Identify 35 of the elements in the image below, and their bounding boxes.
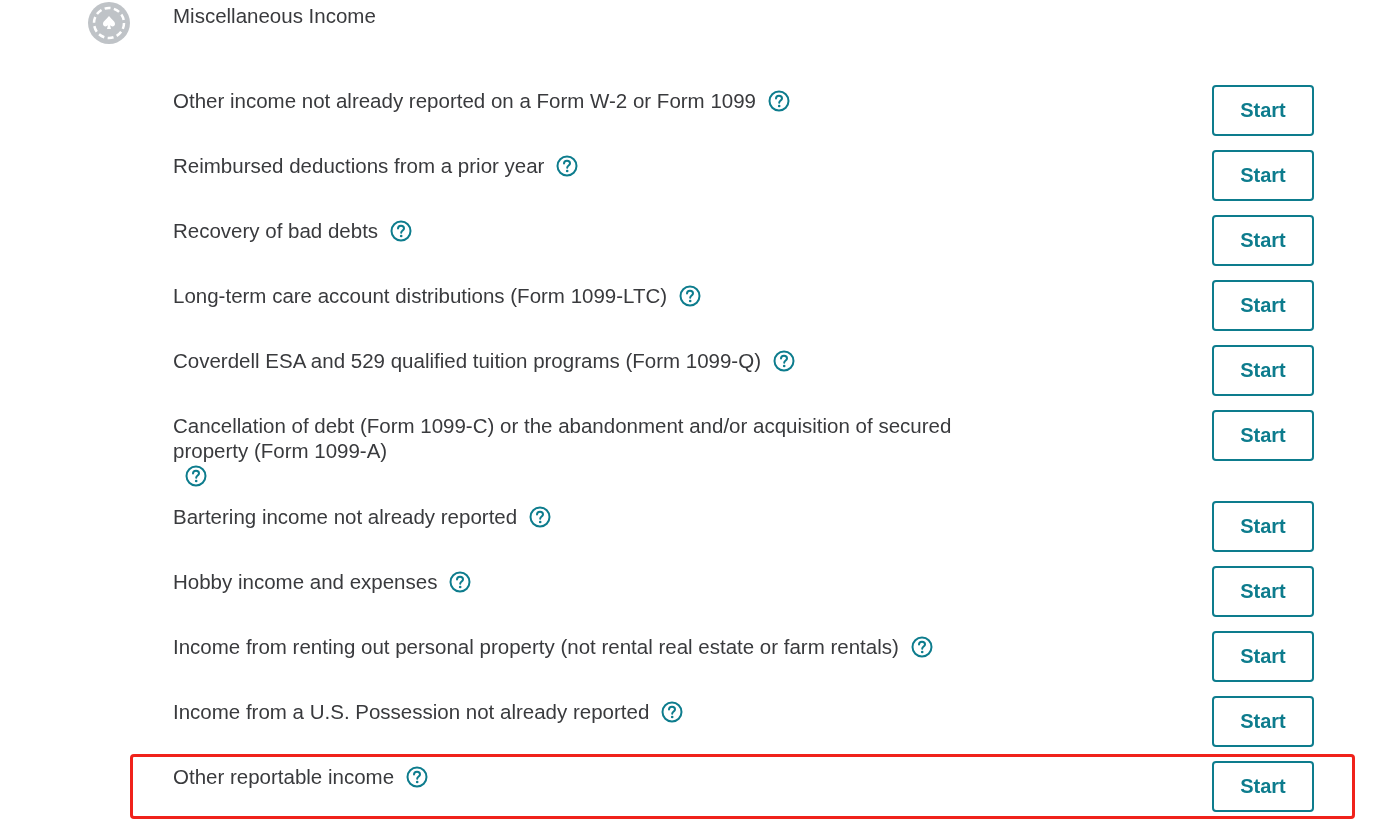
- section-title: Miscellaneous Income: [173, 4, 376, 28]
- start-button[interactable]: Start: [1212, 150, 1314, 201]
- income-type-label: Income from renting out personal property (not rental real estate or farm rentals): [173, 634, 899, 659]
- help-icon[interactable]: [390, 220, 413, 242]
- income-type-label: Income from a U.S. Possession not already reported: [173, 699, 650, 724]
- start-button[interactable]: Start: [1212, 345, 1314, 396]
- start-button[interactable]: Start: [1212, 410, 1314, 461]
- poker-chip-icon: [88, 2, 130, 44]
- income-type-label: Reimbursed deductions from a prior year: [173, 153, 545, 178]
- income-type-label: Recovery of bad debts: [173, 218, 379, 243]
- start-button[interactable]: Start: [1212, 215, 1314, 266]
- start-button[interactable]: Start: [1212, 696, 1314, 747]
- help-icon[interactable]: [556, 155, 579, 177]
- income-type-label: Long-term care account distributions (Form 1099-LTC): [173, 283, 668, 308]
- help-icon[interactable]: [529, 506, 552, 528]
- help-icon[interactable]: [406, 766, 429, 788]
- income-type-label: Other reportable income: [173, 764, 395, 789]
- help-icon[interactable]: [185, 465, 207, 487]
- income-type-label: Other income not already reported on a Form W-2 or Form 1099: [173, 88, 756, 113]
- income-type-label: Cancellation of debt (Form 1099-C) or the abandonment and/or acquisition of secured property (Form 1099-A): [173, 413, 953, 463]
- start-button[interactable]: Start: [1212, 761, 1314, 812]
- income-type-label: Bartering income not already reported: [173, 504, 518, 529]
- help-icon[interactable]: [772, 350, 795, 372]
- income-type-label: Hobby income and expenses: [173, 569, 438, 594]
- help-icon[interactable]: [679, 285, 702, 307]
- help-icon[interactable]: [661, 701, 684, 723]
- help-icon[interactable]: [449, 571, 472, 593]
- help-icon[interactable]: [768, 90, 790, 112]
- start-button[interactable]: Start: [1212, 280, 1314, 331]
- income-type-label: Coverdell ESA and 529 qualified tuition programs (Form 1099-Q): [173, 348, 761, 373]
- start-button[interactable]: Start: [1212, 501, 1314, 552]
- start-button[interactable]: Start: [1212, 631, 1314, 682]
- start-button[interactable]: Start: [1212, 85, 1314, 136]
- start-button[interactable]: Start: [1212, 566, 1314, 617]
- help-icon[interactable]: [910, 636, 933, 658]
